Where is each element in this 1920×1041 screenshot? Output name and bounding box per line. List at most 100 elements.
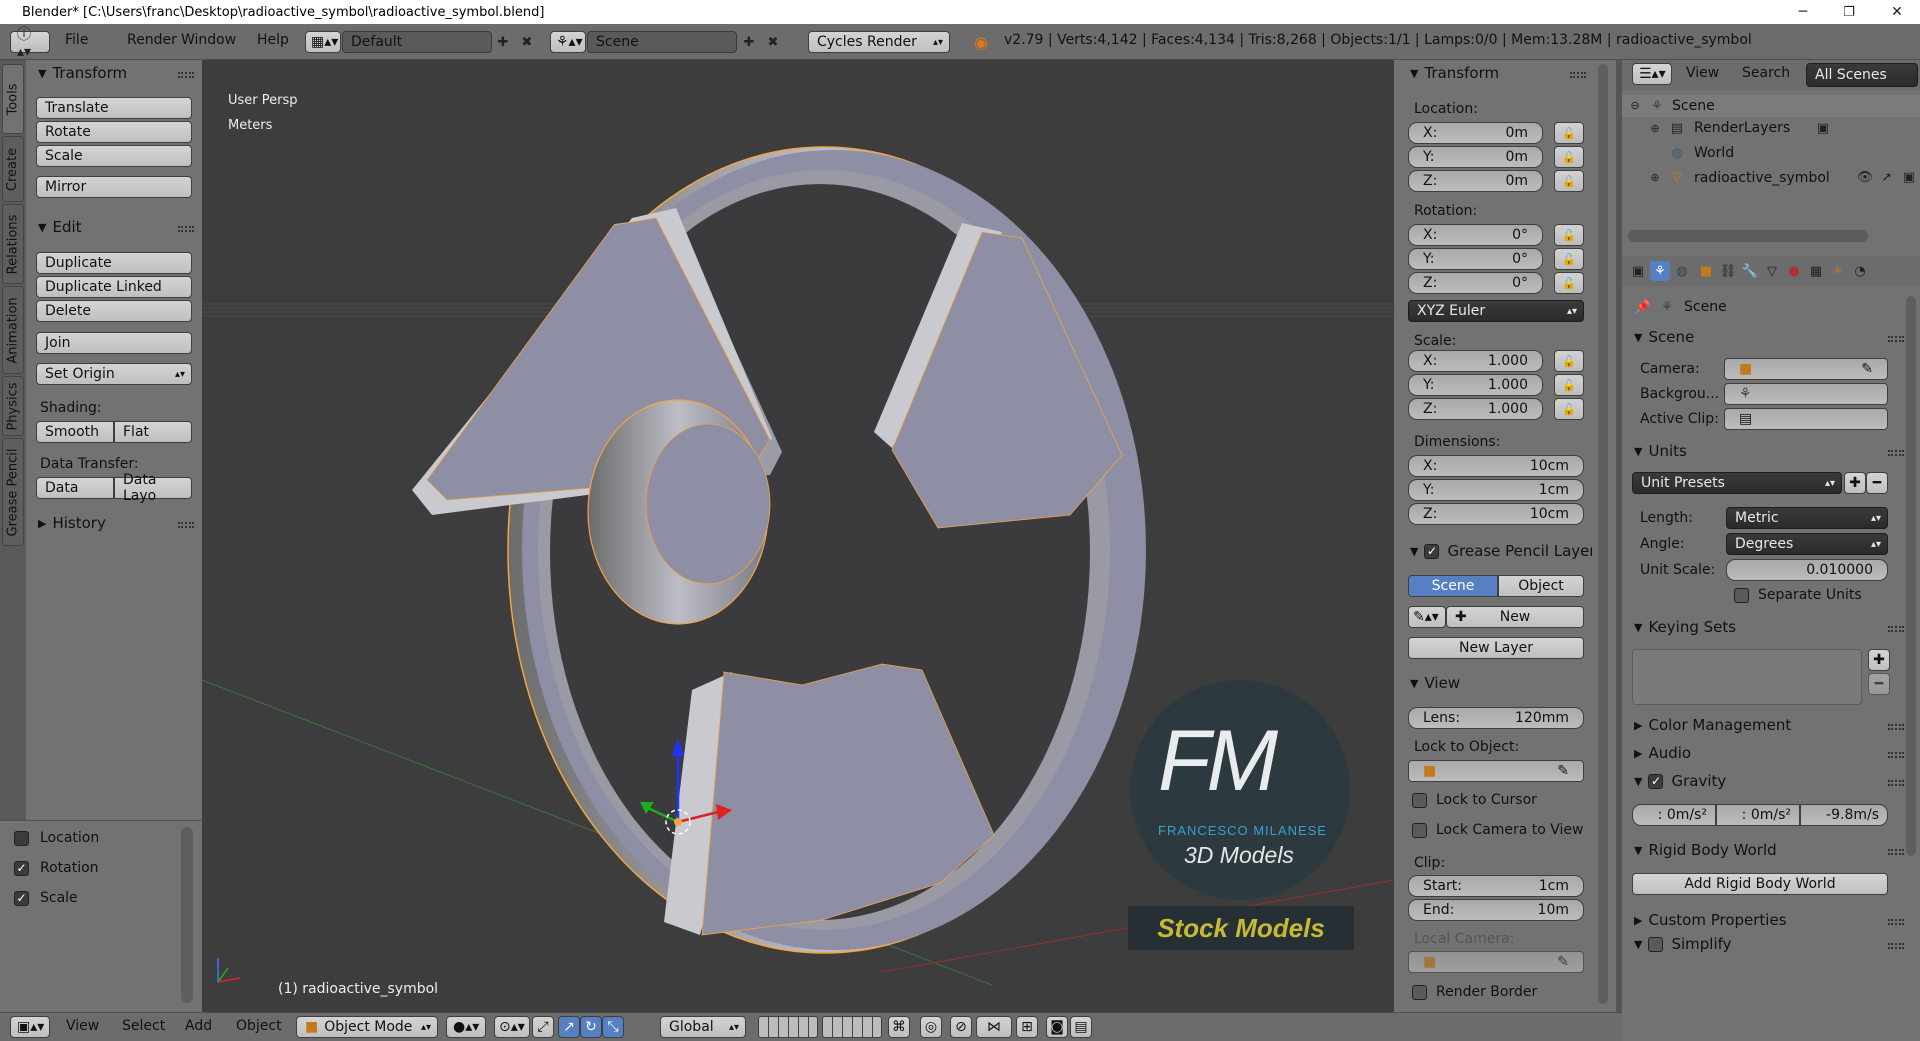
- rotate-button[interactable]: Rotate: [36, 121, 192, 143]
- panel-edit-header[interactable]: ▼ Edit: [38, 218, 82, 236]
- lock-icon[interactable]: 🔓: [1554, 350, 1584, 372]
- panel-simplify-header[interactable]: ▼ Simplify: [1634, 935, 1732, 953]
- particles-tab-icon[interactable]: ✳: [1828, 261, 1848, 281]
- panel-keying-sets-header[interactable]: ▼ Keying Sets: [1634, 618, 1736, 636]
- viewport-shading-icon[interactable]: ●▴▾: [446, 1016, 486, 1038]
- gravity-checkbox[interactable]: ✓: [1648, 773, 1664, 789]
- lock-to-object-field[interactable]: ■ ✎: [1408, 760, 1584, 782]
- opengl-animation-icon[interactable]: ▤: [1070, 1016, 1092, 1038]
- outliner-item-renderlayers[interactable]: RenderLayers: [1694, 120, 1790, 136]
- menu-object[interactable]: Object: [236, 1018, 282, 1034]
- gp-new-layer-button[interactable]: New Layer: [1408, 637, 1584, 659]
- editor-type-info-icon[interactable]: ⓘ ▴▾: [10, 27, 50, 60]
- gp-scene-button[interactable]: Scene: [1408, 575, 1498, 597]
- panel-view-header[interactable]: ▼ View: [1410, 674, 1460, 692]
- location-y-field[interactable]: Y: 0m: [1408, 146, 1543, 168]
- local-camera-field[interactable]: ■ ✎: [1408, 951, 1584, 973]
- separate-units-checkbox[interactable]: [1734, 588, 1749, 603]
- lock-icon[interactable]: 🔓: [1554, 224, 1584, 246]
- menu-view[interactable]: View: [66, 1018, 99, 1034]
- menu-add[interactable]: Add: [185, 1018, 212, 1034]
- add-layout-icon[interactable]: ✚: [494, 32, 512, 52]
- panel-grip-icon[interactable]: [1888, 450, 1904, 456]
- scale-y-field[interactable]: Y: 1.000: [1408, 374, 1543, 396]
- flat-button[interactable]: Flat: [114, 421, 192, 443]
- length-dropdown[interactable]: Metric ▴▾: [1726, 507, 1888, 529]
- panel-grip-icon[interactable]: [1888, 336, 1904, 342]
- gravity-x-field[interactable]: : 0m/s²: [1632, 804, 1716, 826]
- outliner-item-radioactive-symbol[interactable]: radioactive_symbol: [1694, 170, 1830, 186]
- remove-preset-icon[interactable]: ━: [1866, 472, 1888, 494]
- snap-toggle-icon[interactable]: ⊘: [950, 1016, 972, 1038]
- smooth-button[interactable]: Smooth: [36, 421, 114, 443]
- properties-scrollbar[interactable]: [1906, 296, 1916, 856]
- scene-browse-icon[interactable]: ⚘▴▾: [550, 31, 586, 53]
- panel-grip-icon[interactable]: [1888, 626, 1904, 632]
- panel-color-management-header[interactable]: ▶ Color Management: [1634, 716, 1791, 734]
- minimize-button[interactable]: ─: [1780, 0, 1826, 24]
- simplify-checkbox[interactable]: [1648, 936, 1664, 952]
- panel-n-transform-header[interactable]: ▼ Transform: [1410, 64, 1499, 82]
- material-tab-icon[interactable]: ●: [1784, 261, 1804, 281]
- scale-z-field[interactable]: Z: 1.000: [1408, 398, 1543, 420]
- rotation-x-field[interactable]: X: 0°: [1408, 224, 1543, 246]
- scale-checkbox[interactable]: ✓: [14, 891, 29, 906]
- scale-button[interactable]: Scale: [36, 145, 192, 167]
- location-checkbox[interactable]: [14, 831, 29, 846]
- display-mode-dropdown[interactable]: All Scenes: [1806, 63, 1918, 87]
- delete-scene-icon[interactable]: ✖: [764, 32, 782, 52]
- texture-tab-icon[interactable]: ▦: [1806, 261, 1826, 281]
- dimension-y-field[interactable]: Y: 1cm: [1408, 479, 1584, 501]
- panel-grip-icon[interactable]: [1888, 780, 1904, 786]
- menu-window[interactable]: Window: [181, 32, 236, 48]
- background-field[interactable]: ⚘: [1724, 383, 1888, 405]
- data-layout-button[interactable]: Data Layo: [114, 472, 192, 504]
- selectable-cursor-icon[interactable]: ➚: [1878, 168, 1896, 186]
- gravity-y-field[interactable]: : 0m/s²: [1716, 804, 1800, 826]
- menu-render[interactable]: Render: [127, 32, 177, 48]
- scene-name-field[interactable]: Scene: [587, 31, 737, 53]
- tab-animation[interactable]: Animation: [2, 286, 24, 374]
- panel-scene-header[interactable]: ▼ Scene: [1634, 328, 1694, 346]
- duplicate-button[interactable]: Duplicate: [36, 252, 192, 274]
- data-button[interactable]: Data: [36, 477, 114, 499]
- scale-x-field[interactable]: X: 1.000: [1408, 350, 1543, 372]
- pivot-point-icon[interactable]: ⊙▴▾: [494, 1016, 530, 1038]
- tab-relations[interactable]: Relations: [2, 204, 24, 284]
- grease-pencil-checkbox[interactable]: ✓: [1424, 543, 1440, 559]
- unit-scale-field[interactable]: 0.010000: [1726, 559, 1888, 581]
- delete-button[interactable]: Delete: [36, 300, 192, 322]
- outliner-menu-search[interactable]: Search: [1742, 65, 1790, 81]
- rotation-checkbox[interactable]: ✓: [14, 861, 29, 876]
- translate-button[interactable]: Translate: [36, 97, 192, 119]
- panel-grip-icon[interactable]: [178, 226, 194, 232]
- rotation-z-field[interactable]: Z: 0°: [1408, 272, 1543, 294]
- dimension-z-field[interactable]: Z: 10cm: [1408, 503, 1584, 525]
- editor-type-3dview-icon[interactable]: ▣▴▾: [10, 1016, 50, 1038]
- outliner-h-scrollbar[interactable]: [1628, 230, 1868, 242]
- orientation-dropdown[interactable]: Global ▴▾: [660, 1016, 746, 1038]
- camera-field[interactable]: ■ ✎: [1724, 358, 1888, 380]
- translate-manipulator-icon[interactable]: ↗: [558, 1016, 580, 1038]
- lock-icon[interactable]: 🔓: [1554, 170, 1584, 192]
- physics-tab-icon[interactable]: ◔: [1850, 261, 1870, 281]
- maximize-button[interactable]: ❐: [1826, 0, 1872, 24]
- panel-grip-icon[interactable]: [1888, 943, 1904, 949]
- duplicate-linked-button[interactable]: Duplicate Linked: [36, 276, 192, 298]
- render-border-checkbox[interactable]: [1412, 985, 1427, 1000]
- eyedropper-icon[interactable]: ✎: [1557, 763, 1569, 779]
- render-engine-dropdown[interactable]: Cycles Render ▴▾: [808, 31, 950, 53]
- viewport-3d[interactable]: User Persp Meters (1) radioactive_symbol…: [202, 60, 1394, 1012]
- lens-field[interactable]: Lens: 120mm: [1408, 707, 1584, 729]
- outliner-item-world[interactable]: World: [1694, 145, 1734, 161]
- snap-target-icon[interactable]: ⊞: [1016, 1016, 1038, 1038]
- rotation-y-field[interactable]: Y: 0°: [1408, 248, 1543, 270]
- mirror-button[interactable]: Mirror: [36, 176, 192, 198]
- layers-grid-1[interactable]: [758, 1016, 818, 1038]
- tab-tools[interactable]: Tools: [2, 64, 24, 134]
- panel-rigid-body-world-header[interactable]: ▼ Rigid Body World: [1634, 841, 1777, 859]
- properties-shelf-scrollbar[interactable]: [1598, 64, 1608, 1004]
- screen-layout-icon[interactable]: ▦▴▾: [305, 31, 341, 53]
- rotation-mode-dropdown[interactable]: XYZ Euler ▴▾: [1408, 300, 1584, 322]
- menu-help[interactable]: Help: [257, 32, 289, 48]
